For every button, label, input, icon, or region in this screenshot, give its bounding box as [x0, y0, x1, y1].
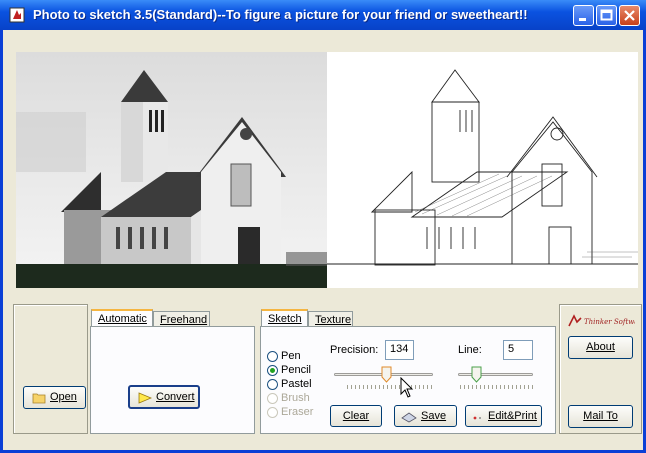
line-input[interactable]: 5: [503, 340, 533, 360]
tab-sketch-label: Sketch: [268, 313, 302, 325]
radio-pencil-label: Pencil: [281, 364, 311, 376]
radio-eraser-label: Eraser: [281, 406, 314, 418]
print-icon: [473, 416, 481, 420]
mouse-cursor-icon: [400, 377, 414, 398]
convert-button[interactable]: Convert: [128, 385, 200, 409]
radio-brush-dot: [267, 393, 278, 404]
precision-input[interactable]: 134: [385, 340, 414, 360]
automatic-tab-panel: [90, 326, 255, 434]
tab-automatic[interactable]: Automatic: [91, 309, 153, 327]
original-photo: [16, 52, 327, 288]
svg-text:Thinker Software: Thinker Software: [584, 318, 635, 326]
clear-button[interactable]: Clear: [330, 405, 382, 427]
precision-label: Precision:: [330, 344, 379, 356]
logo-icon: Thinker Software: [568, 314, 646, 327]
radio-pen-dot: [267, 351, 278, 362]
open-label: Open: [50, 391, 77, 403]
tab-texture-label: Texture: [315, 314, 352, 326]
radio-pastel-dot: [267, 379, 278, 390]
maximize-icon: [600, 9, 613, 21]
save-icon: [401, 412, 417, 423]
open-panel: [13, 304, 88, 434]
save-button[interactable]: Save: [394, 405, 457, 427]
tab-texture[interactable]: Texture: [308, 311, 353, 327]
precision-value: 134: [390, 343, 409, 355]
open-button[interactable]: Open: [23, 386, 86, 409]
tab-freehand-label: Freehand: [160, 314, 208, 326]
tab-freehand[interactable]: Freehand: [153, 311, 210, 327]
maximize-button[interactable]: [596, 5, 617, 26]
play-arrow-icon: [138, 392, 152, 404]
tab-automatic-label: Automatic: [98, 313, 147, 325]
app-window: Photo to sketch 3.5(Standard)--To figure…: [0, 0, 646, 453]
precision-slider-thumb[interactable]: [381, 366, 392, 383]
about-label: About: [586, 341, 615, 353]
image-preview-area: [16, 52, 638, 288]
save-label: Save: [421, 410, 447, 422]
sketch-preview: [327, 52, 638, 288]
radio-pen-label: Pen: [281, 350, 301, 362]
close-button[interactable]: [619, 5, 640, 26]
precision-slider-ticks: [347, 385, 433, 389]
line-slider-ticks: [460, 385, 534, 389]
thinker-software-logo: Thinker Software: [567, 313, 646, 329]
clear-label: Clear: [342, 410, 370, 422]
slider-thumb-icon: [381, 366, 392, 383]
radio-eraser-dot: [267, 407, 278, 418]
folder-icon: [32, 393, 46, 404]
title-bar[interactable]: Photo to sketch 3.5(Standard)--To figure…: [0, 0, 646, 30]
radio-pastel-label: Pastel: [281, 378, 312, 390]
close-icon: [624, 10, 635, 21]
mail-to-button[interactable]: Mail To: [568, 405, 633, 428]
slider-thumb-icon: [471, 366, 482, 383]
radio-brush-label: Brush: [281, 392, 310, 404]
mail-to-label: Mail To: [583, 410, 618, 422]
edit-print-button[interactable]: Edit&Print: [465, 405, 542, 427]
line-slider-thumb[interactable]: [471, 366, 482, 383]
line-label: Line:: [458, 344, 482, 356]
minimize-button[interactable]: [573, 5, 594, 26]
about-button[interactable]: About: [568, 336, 633, 359]
radio-pencil-dot: [267, 365, 278, 376]
window-title: Photo to sketch 3.5(Standard)--To figure…: [33, 7, 528, 22]
minimize-icon: [579, 18, 586, 21]
app-icon: [9, 7, 25, 23]
edit-print-label: Edit&Print: [488, 410, 537, 422]
tab-sketch[interactable]: Sketch: [261, 309, 308, 327]
line-slider-track: [458, 373, 533, 376]
convert-label: Convert: [156, 391, 195, 403]
line-value: 5: [508, 343, 515, 355]
